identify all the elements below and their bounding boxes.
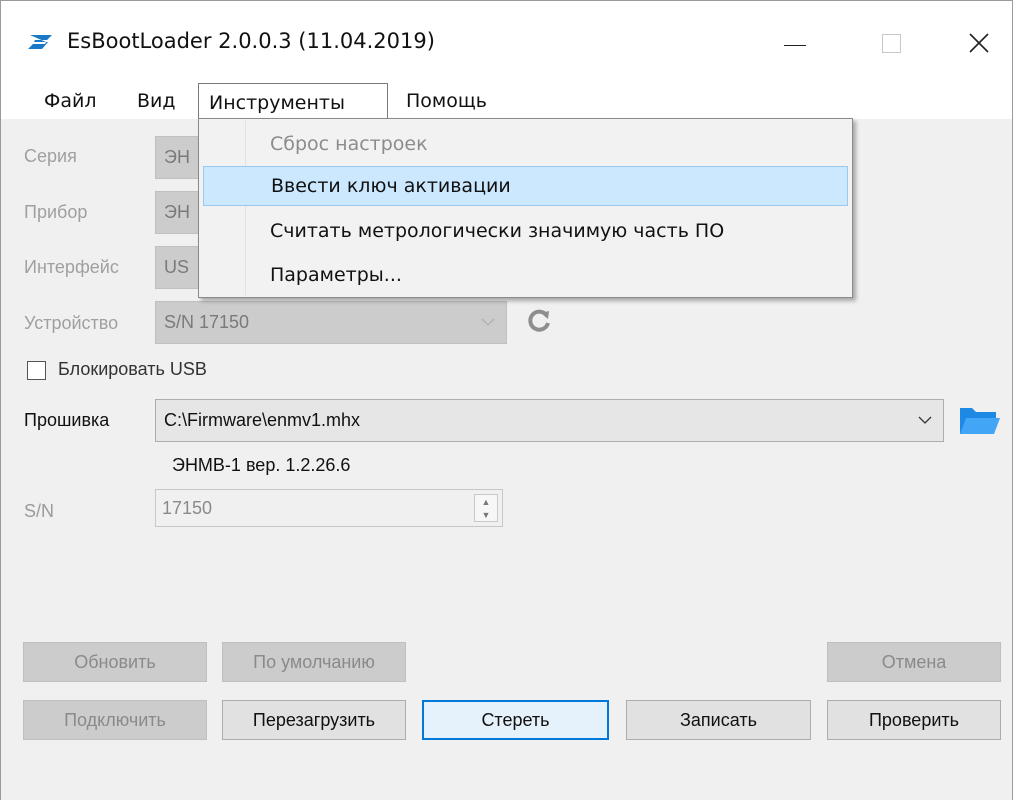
menu-item-enter-activation-key[interactable]: Ввести ключ активации <box>203 166 848 206</box>
menu-file[interactable]: Файл <box>34 83 107 119</box>
firmware-combo[interactable]: C:\Firmware\enmv1.mhx <box>155 399 944 442</box>
verify-button[interactable]: Проверить <box>827 700 1001 740</box>
close-button[interactable] <box>949 23 1009 63</box>
maximize-icon <box>881 33 901 53</box>
menu-item-parameters[interactable]: Параметры... <box>203 255 848 295</box>
menu-item-read-metrology-part[interactable]: Считать метрологически значимую часть ПО <box>203 211 848 251</box>
serial-input: 17150 ▲ ▼ <box>155 489 503 527</box>
tools-dropdown-menu: Сброс настроек Ввести ключ активации Счи… <box>198 118 853 298</box>
close-icon <box>969 33 989 53</box>
esbootloader-logo-icon <box>28 35 52 49</box>
firmware-label: Прошивка <box>24 410 110 430</box>
title-bar[interactable]: EsBootLoader 2.0.0.3 (11.04.2019) <box>1 1 1012 83</box>
spin-up-icon: ▲ <box>481 496 491 507</box>
maximize-button[interactable] <box>861 23 921 63</box>
connect-button: Подключить <box>23 700 207 740</box>
minimize-button[interactable] <box>765 23 825 63</box>
erase-button[interactable]: Стереть <box>422 700 609 740</box>
unit-combo: S/N 17150 <box>155 301 507 344</box>
refresh-icon[interactable] <box>525 306 553 334</box>
menu-view[interactable]: Вид <box>127 83 186 119</box>
firmware-info: ЭНМВ-1 вер. 1.2.26.6 <box>172 455 351 475</box>
series-label: Серия <box>24 146 77 166</box>
window-title: EsBootLoader 2.0.0.3 (11.04.2019) <box>67 29 435 53</box>
interface-value: US <box>164 257 190 277</box>
chevron-down-icon <box>918 416 932 424</box>
block-usb-label: Блокировать USB <box>58 359 207 379</box>
series-value: ЭН <box>164 147 190 167</box>
unit-value: S/N 17150 <box>164 312 250 332</box>
reboot-button[interactable]: Перезагрузить <box>222 700 406 740</box>
app-window: EsBootLoader 2.0.0.3 (11.04.2019) Файл В… <box>0 0 1013 800</box>
menu-item-reset-settings: Сброс настроек <box>270 133 428 155</box>
default-button: По умолчанию <box>222 642 406 682</box>
chevron-down-icon <box>481 318 495 326</box>
folder-open-icon[interactable] <box>958 402 1002 438</box>
write-button[interactable]: Записать <box>626 700 811 740</box>
update-button: Обновить <box>23 642 207 682</box>
serial-value: 17150 <box>162 497 213 518</box>
firmware-path: C:\Firmware\enmv1.mhx <box>164 410 361 430</box>
serial-label: S/N <box>24 501 55 521</box>
minimize-icon <box>784 44 806 46</box>
cancel-button: Отмена <box>827 642 1001 682</box>
menu-tools[interactable]: Инструменты <box>198 83 388 121</box>
spin-down-icon: ▼ <box>481 509 491 520</box>
menu-help[interactable]: Помощь <box>396 83 497 119</box>
device-label: Прибор <box>24 202 88 222</box>
serial-spinner: ▲ ▼ <box>474 494 498 522</box>
interface-label: Интерфейс <box>24 257 119 277</box>
block-usb-checkbox[interactable] <box>27 361 46 380</box>
menu-bar: Файл Вид Инструменты Помощь <box>1 83 1012 121</box>
unit-label: Устройство <box>24 313 119 333</box>
device-value: ЭН <box>164 202 190 222</box>
